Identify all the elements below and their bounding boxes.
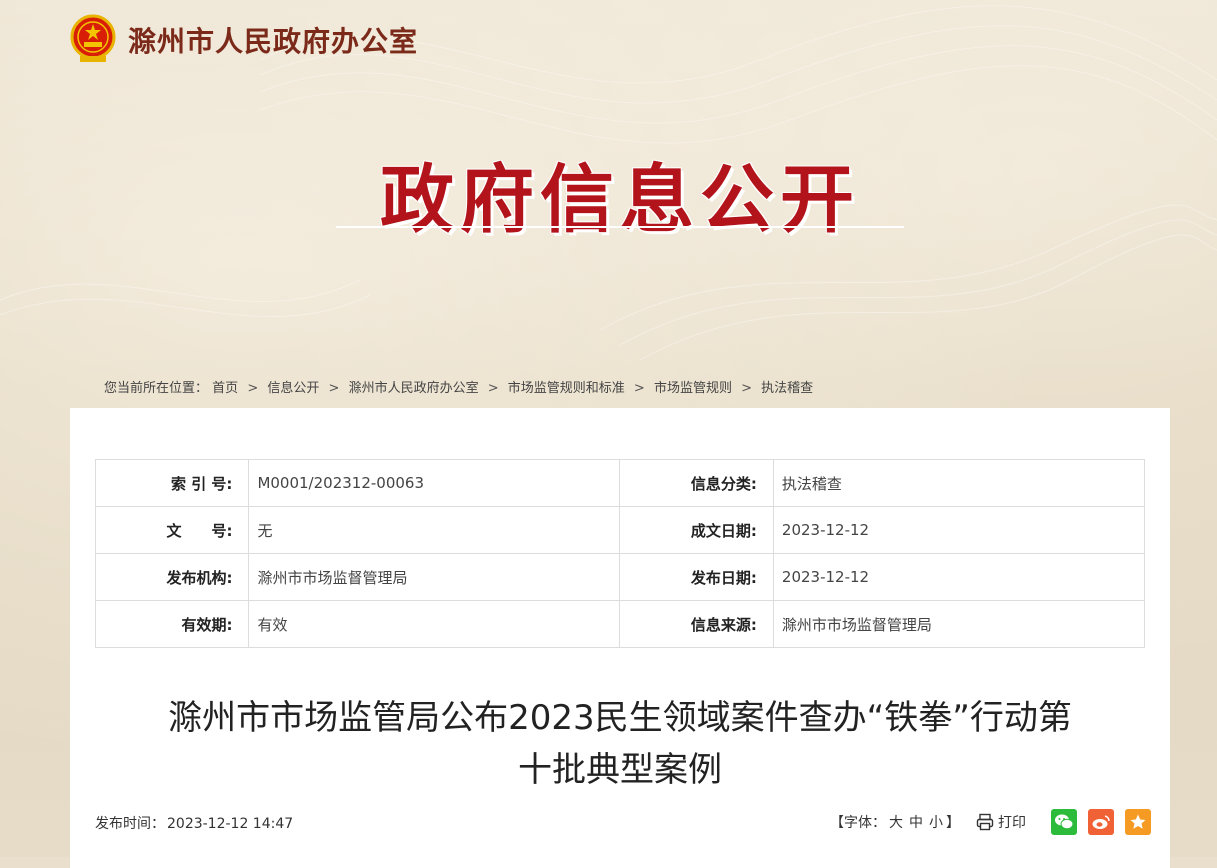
breadcrumb-separator: > bbox=[487, 381, 499, 396]
publish-time-value: 2023-12-12 14:47 bbox=[167, 816, 294, 832]
article-toolbar: 【字体：大中小】 打印 bbox=[830, 808, 1151, 836]
wechat-icon bbox=[1055, 814, 1074, 830]
article-title-line-1: 滁州市市场监管局公布2023民生领域案件查办“铁拳”行动第 bbox=[168, 698, 1072, 738]
breadcrumb-item-enforcement[interactable]: 执法稽查 bbox=[761, 381, 813, 396]
font-size-close: 】 bbox=[946, 815, 960, 831]
breadcrumb: 您当前所在位置： 首页 > 信息公开 > 滁州市人民政府办公室 > 市场监管规则… bbox=[104, 377, 813, 396]
share-wechat-button[interactable] bbox=[1051, 809, 1077, 835]
font-size-open: 【字体： bbox=[830, 815, 886, 831]
meta-value-source: 滁州市市场监督管理局 bbox=[772, 600, 1146, 648]
breadcrumb-item-rules[interactable]: 市场监管规则 bbox=[654, 381, 732, 396]
breadcrumb-item-info-public[interactable]: 信息公开 bbox=[267, 381, 319, 396]
publish-time: 发布时间： 2023-12-12 14:47 bbox=[95, 813, 293, 833]
national-emblem-logo bbox=[68, 14, 118, 64]
weibo-icon bbox=[1092, 815, 1110, 829]
meta-key-written-date: 成文日期: bbox=[619, 506, 774, 554]
meta-value-doc-number: 无 bbox=[248, 506, 621, 554]
meta-value-issuer: 滁州市市场监督管理局 bbox=[248, 553, 621, 601]
meta-key-issuer: 发布机构: bbox=[94, 553, 250, 601]
meta-key-publish-date: 发布日期: bbox=[619, 553, 774, 601]
meta-key-validity: 有效期: bbox=[94, 600, 250, 648]
share-weibo-button[interactable] bbox=[1088, 809, 1114, 835]
meta-value-validity: 有效 bbox=[248, 600, 621, 648]
breadcrumb-separator: > bbox=[247, 381, 259, 396]
info-meta-table: 索 引 号: M0001/202312-00063 信息分类: 执法稽查 文 号… bbox=[94, 459, 1146, 648]
meta-key-index: 索 引 号: bbox=[94, 459, 250, 507]
font-size-large-button[interactable]: 大 bbox=[889, 815, 903, 831]
article-title: 滁州市市场监管局公布2023民生领域案件查办“铁拳”行动第 十批典型案例 bbox=[95, 692, 1145, 796]
print-button[interactable]: 打印 bbox=[976, 812, 1026, 832]
table-row: 发布机构: 滁州市市场监督管理局 发布日期: 2023-12-12 bbox=[94, 553, 1146, 601]
article-title-line-2: 十批典型案例 bbox=[518, 750, 722, 790]
font-size-medium-button[interactable]: 中 bbox=[909, 815, 923, 831]
meta-value-category: 执法稽查 bbox=[772, 459, 1146, 507]
breadcrumb-item-home[interactable]: 首页 bbox=[212, 381, 238, 396]
favorite-button[interactable] bbox=[1125, 809, 1151, 835]
breadcrumb-prefix: 您当前所在位置： bbox=[104, 381, 209, 396]
print-label: 打印 bbox=[998, 815, 1026, 831]
font-size-switcher: 【字体：大中小】 bbox=[830, 812, 960, 832]
breadcrumb-separator: > bbox=[633, 381, 645, 396]
meta-key-category: 信息分类: bbox=[619, 459, 774, 507]
breadcrumb-separator: > bbox=[328, 381, 340, 396]
meta-key-source: 信息来源: bbox=[619, 600, 774, 648]
table-row: 索 引 号: M0001/202312-00063 信息分类: 执法稽查 bbox=[94, 459, 1146, 507]
publish-time-label: 发布时间： bbox=[95, 816, 165, 832]
meta-key-doc-number: 文 号: bbox=[94, 506, 250, 554]
breadcrumb-item-office[interactable]: 滁州市人民政府办公室 bbox=[349, 381, 479, 396]
table-row: 文 号: 无 成文日期: 2023-12-12 bbox=[94, 506, 1146, 554]
site-title[interactable]: 滁州市人民政府办公室 bbox=[128, 20, 418, 60]
meta-value-publish-date: 2023-12-12 bbox=[772, 553, 1146, 601]
printer-icon bbox=[976, 813, 994, 831]
font-size-small-button[interactable]: 小 bbox=[929, 815, 943, 831]
meta-value-index: M0001/202312-00063 bbox=[248, 459, 621, 507]
banner-title: 政府信息公开 bbox=[380, 157, 860, 243]
content-card: 索 引 号: M0001/202312-00063 信息分类: 执法稽查 文 号… bbox=[70, 408, 1170, 868]
table-row: 有效期: 有效 信息来源: 滁州市市场监督管理局 bbox=[94, 600, 1146, 648]
meta-value-written-date: 2023-12-12 bbox=[772, 506, 1146, 554]
star-icon bbox=[1130, 814, 1146, 829]
breadcrumb-item-rules-standards[interactable]: 市场监管规则和标准 bbox=[508, 381, 625, 396]
banner-divider bbox=[336, 226, 904, 228]
breadcrumb-separator: > bbox=[741, 381, 753, 396]
